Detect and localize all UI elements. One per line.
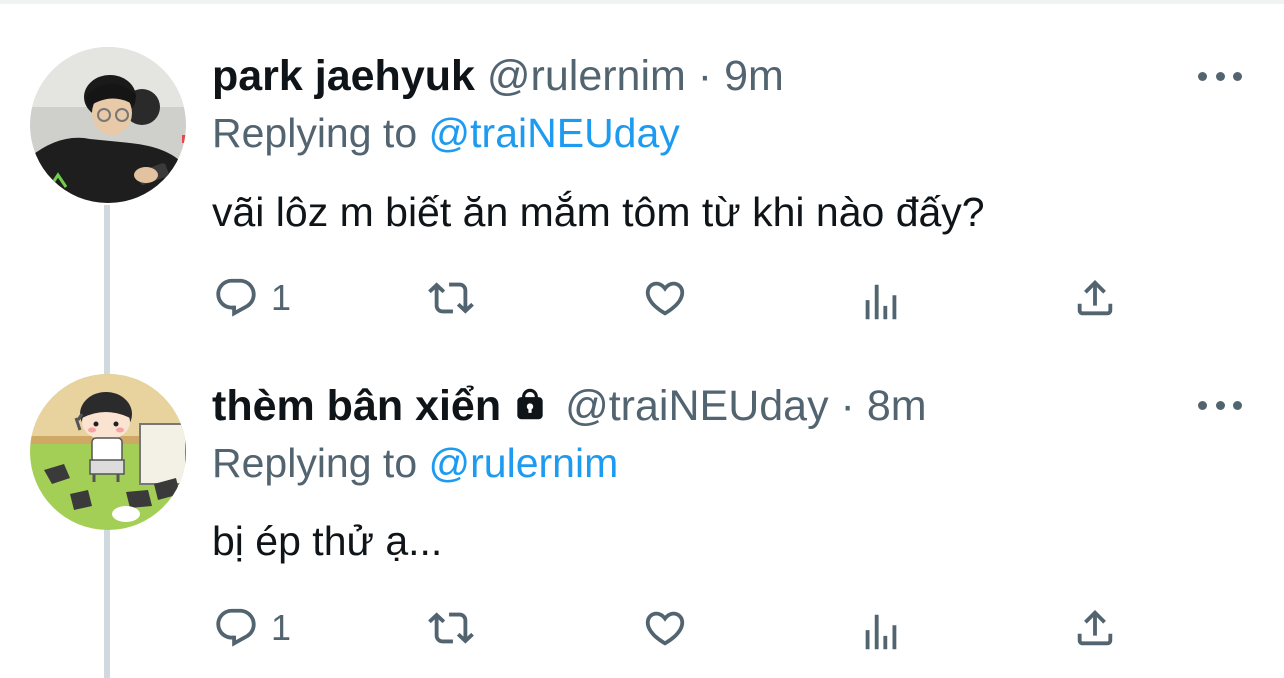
heart-icon	[645, 281, 685, 316]
retweet-icon	[428, 612, 474, 644]
replying-to-line: Replying to @rulernim	[212, 438, 618, 488]
reply-button[interactable]: 1	[213, 272, 291, 324]
analytics-icon	[865, 614, 897, 650]
reply-icon	[216, 608, 256, 647]
more-dot-icon	[1215, 400, 1225, 410]
more-dot-icon	[1215, 71, 1225, 81]
analytics-icon	[865, 284, 897, 320]
avatar[interactable]	[30, 47, 186, 203]
like-button[interactable]	[642, 602, 688, 654]
more-options-button[interactable]	[1198, 395, 1242, 415]
replying-to-link[interactable]: @rulernim	[429, 440, 619, 486]
top-divider	[0, 0, 1284, 4]
share-icon	[1077, 279, 1113, 316]
share-button[interactable]	[1072, 602, 1118, 654]
username[interactable]: @rulernim	[487, 52, 686, 100]
username[interactable]: @traiNEUday	[565, 382, 829, 430]
replying-prefix: Replying to	[212, 440, 418, 486]
tweet-header: thèm bân xiển @traiNEUday · 8m	[212, 380, 927, 436]
retweet-icon	[428, 282, 474, 314]
display-name[interactable]: park jaehyuk	[212, 52, 475, 100]
photo-avatar-image	[30, 47, 186, 203]
tweet-header: park jaehyuk @rulernim · 9m	[212, 50, 784, 102]
timestamp[interactable]: 8m	[867, 382, 927, 430]
replying-to-link[interactable]: @traiNEUday	[429, 110, 680, 156]
share-icon	[1077, 609, 1113, 646]
more-dot-icon	[1198, 400, 1207, 410]
tweet-text: vãi lôz m biết ăn mắm tôm từ khi nào đấy…	[212, 189, 985, 235]
heart-icon	[645, 611, 685, 646]
separator-dot: ·	[697, 52, 713, 100]
share-button[interactable]	[1072, 272, 1118, 324]
display-name[interactable]: thèm bân xiển	[212, 382, 501, 430]
retweet-button[interactable]	[428, 272, 474, 324]
lock-icon	[507, 384, 553, 436]
reply-count: 1	[271, 277, 292, 318]
analytics-button[interactable]	[858, 606, 904, 658]
like-button[interactable]	[642, 272, 688, 324]
replying-to-line: Replying to @traiNEUday	[212, 108, 680, 158]
retweet-button[interactable]	[428, 602, 474, 654]
reply-count: 1	[271, 607, 292, 648]
cartoon-avatar-image	[30, 374, 186, 530]
reply-icon	[216, 278, 256, 317]
more-dot-icon	[1233, 400, 1242, 410]
separator-dot: ·	[840, 382, 855, 430]
more-dot-icon	[1233, 71, 1242, 81]
reply-button[interactable]: 1	[213, 602, 291, 654]
analytics-button[interactable]	[858, 276, 904, 328]
avatar[interactable]	[30, 374, 186, 530]
more-options-button[interactable]	[1198, 66, 1242, 86]
tweet-text: bị ép thử ạ...	[212, 518, 443, 564]
more-dot-icon	[1198, 71, 1207, 81]
replying-prefix: Replying to	[212, 110, 418, 156]
timestamp[interactable]: 9m	[724, 52, 784, 100]
